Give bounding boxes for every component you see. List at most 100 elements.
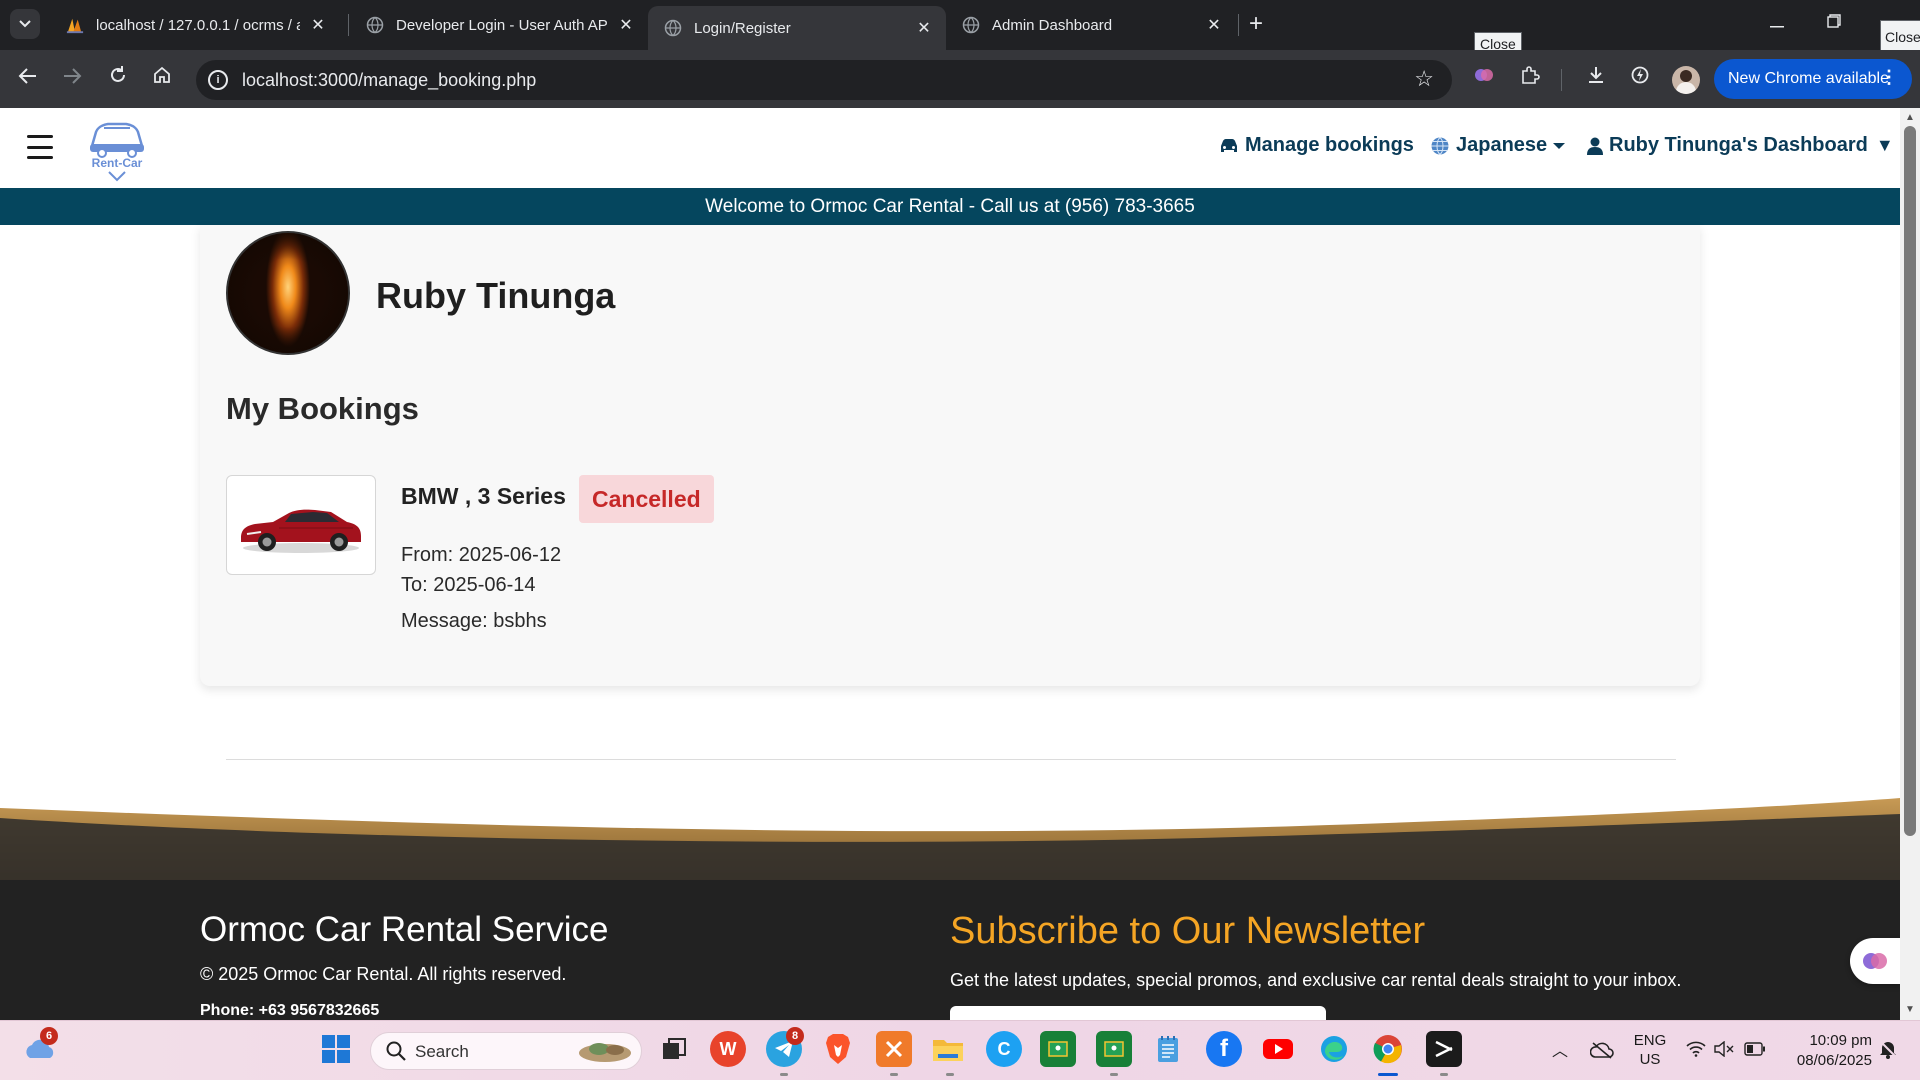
app-running-indicator	[890, 1073, 898, 1076]
taskbar-search[interactable]: Search	[370, 1032, 642, 1070]
page-viewport: Rent-Car Manage bookings Japanese Ruby T…	[0, 108, 1900, 1020]
youtube-icon[interactable]	[1260, 1031, 1296, 1067]
more-menu-icon[interactable]: ⋮	[1880, 67, 1898, 88]
tab-separator	[1238, 14, 1239, 36]
wps-office-icon[interactable]: W	[710, 1031, 746, 1067]
globe-icon	[962, 16, 980, 34]
tray-overflow-icon[interactable]: ︿	[1552, 1037, 1568, 1061]
chrome-icon[interactable]	[1370, 1031, 1406, 1067]
edge-browser-icon[interactable]	[1316, 1031, 1352, 1067]
google-classroom-icon-2[interactable]	[1096, 1031, 1132, 1067]
google-classroom-icon[interactable]	[1040, 1031, 1076, 1067]
bookmark-star-icon[interactable]: ☆	[1414, 66, 1434, 92]
tab-title: Developer Login - User Auth AP	[396, 16, 608, 34]
tab-search-dropdown[interactable]	[10, 9, 40, 39]
address-bar[interactable]: i localhost:3000/manage_booking.php ☆	[196, 60, 1452, 100]
windows-start-icon[interactable]	[318, 1031, 354, 1067]
globe-icon	[366, 16, 384, 34]
tab-phpmyadmin[interactable]: localhost / 127.0.0.1 / ocrms / a ✕	[50, 8, 340, 42]
scroll-down-icon[interactable]: ▼	[1904, 1004, 1916, 1015]
booking-message: Message: bsbhs	[401, 610, 547, 632]
newsletter-text: Get the latest updates, special promos, …	[950, 970, 1682, 990]
site-logo[interactable]: Rent-Car	[86, 118, 148, 182]
volume-muted-icon[interactable]	[1714, 1040, 1734, 1062]
update-label: New Chrome available	[1728, 70, 1889, 87]
reload-button[interactable]	[102, 63, 134, 95]
performance-icon[interactable]	[1626, 65, 1654, 93]
nav-user-dashboard[interactable]: Ruby Tinunga's Dashboard ▼	[1587, 134, 1894, 157]
weather-badge: 6	[40, 1027, 58, 1045]
scroll-up-icon[interactable]: ▲	[1904, 112, 1916, 123]
language-line-2[interactable]: US	[1630, 1051, 1670, 1068]
clock-time[interactable]: 10:09 pm	[1782, 1032, 1872, 1049]
clock-date[interactable]: 08/06/2025	[1782, 1052, 1872, 1069]
car-icon	[1219, 138, 1239, 154]
minimize-icon	[1770, 26, 1784, 28]
logo-text: Rent-Car	[91, 156, 143, 170]
logo-chevron-icon	[108, 171, 126, 182]
windows-taskbar: 6 Search W 8 C f ︿ ENG US 10:09 pm 08/06…	[0, 1020, 1920, 1080]
back-button[interactable]	[12, 63, 44, 95]
search-highlight-image	[579, 1043, 631, 1062]
download-icon[interactable]	[1582, 65, 1610, 93]
site-info-icon[interactable]: i	[208, 70, 228, 90]
forward-button[interactable]	[56, 63, 88, 95]
close-window-button[interactable]: Close	[1870, 10, 1920, 54]
brave-browser-icon[interactable]	[820, 1031, 856, 1067]
close-tab-icon[interactable]: ✕	[308, 15, 328, 35]
language-dropdown[interactable]: Japanese	[1430, 134, 1566, 157]
app-running-indicator	[1110, 1073, 1118, 1076]
floating-assistant-button[interactable]	[1850, 938, 1900, 984]
newsletter-email-input[interactable]	[950, 1006, 1326, 1020]
notepad-icon[interactable]	[1150, 1031, 1186, 1067]
caret-down-icon	[1553, 142, 1566, 149]
toolbar-divider	[1561, 69, 1562, 91]
search-label: Search	[415, 1042, 469, 1061]
language-label: Japanese	[1456, 134, 1548, 156]
gemini-extension-icon[interactable]	[1470, 65, 1498, 93]
language-line-1[interactable]: ENG	[1630, 1032, 1670, 1049]
restore-button[interactable]	[1814, 10, 1854, 38]
new-tab-button[interactable]: +	[1242, 10, 1270, 38]
globe-icon	[1430, 136, 1450, 156]
url-text[interactable]: localhost:3000/manage_booking.php	[242, 70, 536, 91]
wifi-icon[interactable]	[1686, 1041, 1706, 1062]
close-window-tooltip: Close	[1880, 20, 1920, 54]
extensions-puzzle-icon[interactable]	[1516, 65, 1544, 93]
page-scrollbar[interactable]: ▲ ▼	[1900, 108, 1920, 1020]
tab-login-register[interactable]: Login/Register ✕	[648, 6, 946, 50]
app-running-indicator	[780, 1073, 788, 1076]
booking-car-image	[226, 475, 376, 575]
minimize-button[interactable]	[1757, 10, 1797, 38]
app-running-indicator	[946, 1073, 954, 1076]
notification-bell-icon[interactable]	[1878, 1039, 1898, 1064]
profile-avatar-icon[interactable]	[1672, 66, 1700, 94]
tab-title: localhost / 127.0.0.1 / ocrms / a	[96, 16, 300, 34]
hamburger-menu-icon[interactable]	[27, 135, 53, 159]
red-car-image	[241, 509, 361, 553]
footer-copyright: © 2025 Ormoc Car Rental. All rights rese…	[200, 964, 567, 984]
close-tab-icon[interactable]: ✕	[914, 18, 934, 38]
my-bookings-heading: My Bookings	[226, 391, 419, 426]
xampp-icon[interactable]	[876, 1031, 912, 1067]
facebook-icon[interactable]: f	[1206, 1031, 1242, 1067]
telegram-badge: 8	[786, 1027, 804, 1045]
tab-title: Login/Register	[694, 19, 791, 37]
file-explorer-icon[interactable]	[930, 1031, 966, 1067]
scrollbar-thumb[interactable]	[1904, 126, 1916, 836]
footer-phone: Phone: +63 9567832665	[200, 1002, 380, 1019]
close-tab-icon[interactable]: ✕	[616, 15, 636, 35]
task-view-icon[interactable]	[656, 1031, 692, 1067]
close-tab-icon[interactable]: ✕	[1204, 15, 1224, 35]
battery-icon[interactable]	[1744, 1042, 1766, 1061]
booking-from-date: From: 2025-06-12	[401, 544, 562, 566]
onedrive-offline-icon[interactable]	[1589, 1041, 1614, 1064]
nav-manage-bookings[interactable]: Manage bookings	[1219, 134, 1414, 157]
tab-developer-login[interactable]: Developer Login - User Auth AP ✕	[350, 8, 648, 42]
nav-label: Manage bookings	[1245, 134, 1414, 156]
capcut-icon[interactable]	[1426, 1031, 1462, 1067]
home-button[interactable]	[146, 63, 178, 95]
c-app-icon[interactable]: C	[986, 1031, 1022, 1067]
chrome-update-button[interactable]: New Chrome available ⋮	[1714, 59, 1912, 99]
tab-admin-dashboard[interactable]: Admin Dashboard ✕	[946, 8, 1236, 42]
